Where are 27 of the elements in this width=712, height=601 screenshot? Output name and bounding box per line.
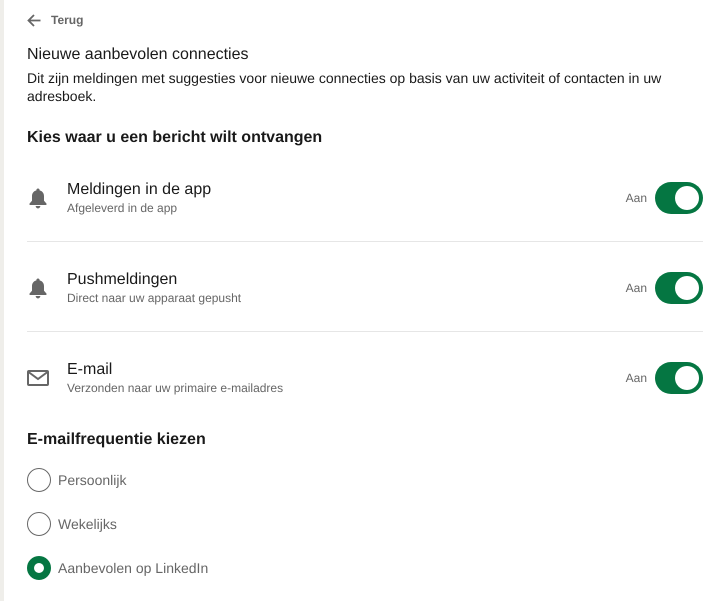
frequency-heading: E-mailfrequentie kiezen [27, 430, 207, 450]
envelope-icon [27, 370, 49, 386]
bell-icon [27, 278, 49, 298]
channel-subtitle: Afgeleverd in de app [67, 200, 178, 216]
toggle-status: Aan [626, 191, 647, 205]
toggle-switch[interactable] [655, 182, 703, 214]
radio-label[interactable]: Wekelijks [58, 516, 117, 532]
channel-title: E-mail [67, 360, 114, 380]
toggle-switch[interactable] [655, 272, 703, 304]
arrow-left-icon [27, 14, 41, 26]
radio-button[interactable] [27, 468, 51, 492]
radio-label[interactable]: Persoonlijk [58, 472, 126, 488]
channel-title: Pushmeldingen [67, 270, 178, 290]
toggle-status: Aan [626, 281, 647, 295]
channels-heading: Kies waar u een bericht wilt ontvangen [27, 128, 324, 148]
radio-button[interactable] [27, 556, 51, 580]
radio-button[interactable] [27, 512, 51, 536]
channel-subtitle: Direct naar uw apparaat gepusht [67, 290, 242, 306]
toggle-switch[interactable] [655, 362, 703, 394]
radio-label[interactable]: Aanbevolen op LinkedIn [58, 560, 208, 576]
section-title: Nieuwe aanbevolen connecties [27, 45, 250, 65]
back-link[interactable]: Terug [27, 12, 84, 28]
bell-icon [27, 188, 49, 208]
channel-title: Meldingen in de app [67, 180, 212, 200]
toggle-status: Aan [626, 371, 647, 385]
section-description: Dit zijn meldingen met suggesties voor nieuwe connecties op basis van uw activiteit of contacten in uw adresboek. [27, 69, 662, 105]
channel-subtitle: Verzonden naar uw primaire e-mailadres [67, 380, 284, 396]
